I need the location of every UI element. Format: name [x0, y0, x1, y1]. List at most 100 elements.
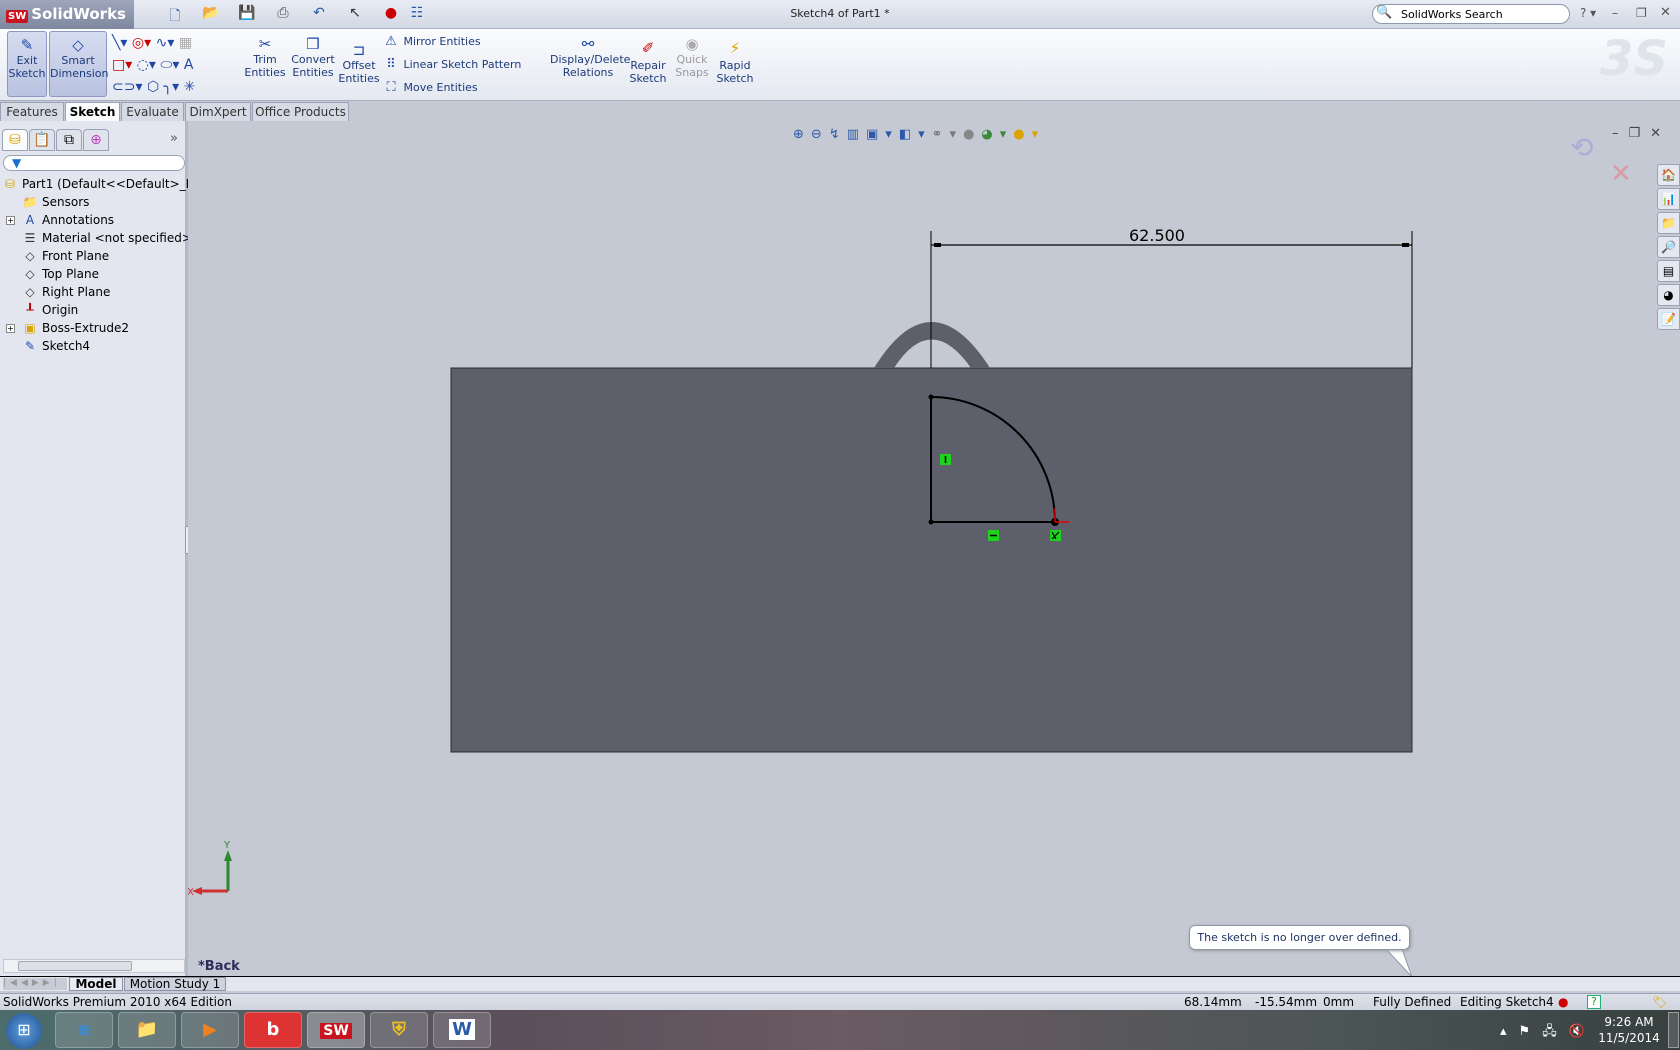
- restore-icon[interactable]: ❐: [1636, 6, 1647, 20]
- arc-icon[interactable]: ◌▾: [137, 57, 156, 73]
- rapid-sketch-button[interactable]: ⚡ Rapid Sketch: [716, 31, 754, 97]
- print-icon[interactable]: ⎙: [274, 5, 292, 23]
- resources-tab-icon[interactable]: 🏠: [1657, 164, 1680, 186]
- slot-icon[interactable]: ⊂⊃▾: [112, 79, 143, 95]
- tab-sketch[interactable]: Sketch: [65, 102, 120, 121]
- line-icon[interactable]: ╲▾: [112, 35, 127, 51]
- search-input[interactable]: SolidWorks Search: [1372, 4, 1570, 24]
- tree-item[interactable]: ┸ Origin: [0, 301, 188, 319]
- tree-item[interactable]: 📁 Sensors: [0, 193, 188, 211]
- polygon-icon[interactable]: ⬡: [147, 79, 159, 95]
- text-icon[interactable]: A: [184, 57, 194, 73]
- tree-item[interactable]: ◇ Front Plane: [0, 247, 188, 265]
- tab-features[interactable]: Features: [0, 102, 64, 121]
- design-library-tab-icon[interactable]: 📊: [1657, 188, 1680, 210]
- repair-sketch-button[interactable]: ✐ Repair Sketch: [628, 31, 668, 97]
- dimension-value[interactable]: 62.500: [1129, 226, 1185, 245]
- tags-icon[interactable]: 🏷: [1652, 994, 1667, 1010]
- close-icon[interactable]: ✕: [1660, 5, 1671, 20]
- expand-icon[interactable]: +: [6, 324, 15, 333]
- new-icon[interactable]: 🗋: [166, 5, 184, 24]
- file-explorer-tab-icon[interactable]: 📁: [1657, 212, 1680, 234]
- minimize-icon[interactable]: –: [1612, 6, 1618, 20]
- start-button[interactable]: ⊞: [6, 1013, 42, 1049]
- bing-icon[interactable]: b: [244, 1012, 302, 1048]
- show-desktop-button[interactable]: [1668, 1012, 1679, 1048]
- volume-muted-icon[interactable]: 🔇: [1569, 1024, 1597, 1039]
- solidworks-menu-button[interactable]: SWSolidWorks ▸: [0, 0, 134, 41]
- offset-entities-button[interactable]: ⊐ Offset Entities: [338, 31, 380, 97]
- save-icon[interactable]: 💾: [238, 5, 256, 23]
- move-icon: ⛶: [386, 80, 396, 95]
- fillet-icon[interactable]: ╮▾: [164, 79, 179, 95]
- custom-properties-tab-icon[interactable]: 📝: [1657, 308, 1680, 330]
- word-icon[interactable]: W: [433, 1012, 491, 1048]
- tree-item-label: Top Plane: [42, 267, 99, 281]
- configuration-manager-tab-icon[interactable]: ⧉: [56, 129, 82, 151]
- search-results-tab-icon[interactable]: 🔎: [1657, 236, 1680, 258]
- tree-item[interactable]: ◇ Right Plane: [0, 283, 188, 301]
- date: 11/5/2014: [1598, 1031, 1660, 1045]
- help-icon[interactable]: ? ▾: [1580, 6, 1596, 20]
- file-explorer-icon[interactable]: 📁: [118, 1012, 176, 1048]
- graphics-viewport[interactable]: ⊕⊖↯▥▣▾◧▾⚭▾●◕▾●▾ –❐✕ ⟲ ✕ 62.500 Y X *Back: [188, 121, 1680, 978]
- media-player-icon[interactable]: ▶: [181, 1012, 239, 1048]
- quick-snaps-button[interactable]: ◉ Quick Snaps: [674, 31, 710, 97]
- rebuild-icon[interactable]: ●: [382, 5, 400, 23]
- network-icon[interactable]: 🖧: [1542, 1024, 1569, 1039]
- tree-item[interactable]: + A Annotations: [0, 211, 188, 229]
- plane-sketch-icon[interactable]: ▦: [179, 35, 192, 51]
- expand-icon[interactable]: +: [6, 216, 15, 225]
- select-icon[interactable]: ↖: [346, 5, 364, 23]
- rectangle-icon[interactable]: □▾: [112, 57, 132, 73]
- circle-icon[interactable]: ◎▾: [132, 35, 151, 51]
- tab-dimxpert[interactable]: DimXpert: [185, 102, 251, 121]
- scroll-thumb[interactable]: [18, 961, 132, 971]
- solidworks-taskbar-icon[interactable]: SW: [307, 1012, 365, 1048]
- smart-dimension-button[interactable]: ◇ Smart Dimension: [49, 31, 108, 97]
- tree-item[interactable]: + ▣ Boss-Extrude2: [0, 319, 188, 337]
- sketch-point[interactable]: [928, 394, 934, 400]
- open-icon[interactable]: 📂: [202, 5, 220, 23]
- move-entities-button[interactable]: ⛶ Move Entities: [382, 78, 477, 98]
- mirror-entities-button[interactable]: ⚠ Mirror Entities: [382, 32, 481, 52]
- tab-model[interactable]: Model: [69, 977, 123, 991]
- rebuild-status-icon[interactable]: ●: [1558, 994, 1568, 1010]
- options-icon[interactable]: ☷: [408, 5, 426, 23]
- view-orientation-label: *Back: [198, 959, 240, 974]
- feature-manager-tab-icon[interactable]: ⛁: [2, 129, 28, 151]
- undo-icon[interactable]: ↶: [310, 5, 328, 23]
- linear-sketch-pattern-button[interactable]: ⠿ Linear Sketch Pattern: [382, 55, 521, 75]
- tree-item[interactable]: ✎ Sketch4: [0, 337, 188, 355]
- dimxpert-manager-tab-icon[interactable]: ⊕: [83, 129, 109, 151]
- tree-item[interactable]: ☰ Material <not specified>: [0, 229, 188, 247]
- exit-sketch-button[interactable]: ✎ Exit Sketch: [7, 31, 47, 97]
- internet-explorer-icon[interactable]: e: [55, 1012, 113, 1048]
- expand-panel-icon[interactable]: »: [170, 131, 178, 146]
- panel-horizontal-scrollbar[interactable]: [3, 959, 185, 973]
- show-hidden-icons[interactable]: ▴: [1500, 1024, 1519, 1039]
- tree-item[interactable]: ◇ Top Plane: [0, 265, 188, 283]
- tab-evaluate[interactable]: Evaluate: [121, 102, 184, 121]
- spline-icon[interactable]: ∿▾: [156, 35, 175, 51]
- display-delete-relations-button[interactable]: ⚯ Display/Delete Relations: [550, 31, 630, 97]
- tab-office-products[interactable]: Office Products: [252, 102, 349, 121]
- convert-entities-button[interactable]: ❒ Convert Entities: [290, 31, 336, 97]
- action-center-icon[interactable]: ⚑: [1519, 1024, 1543, 1039]
- appearances-tab-icon[interactable]: ◕: [1657, 284, 1680, 306]
- ellipse-icon[interactable]: ⬭▾: [160, 57, 179, 73]
- help-status-icon[interactable]: ?: [1587, 995, 1601, 1009]
- tab-scroll-arrows[interactable]: |◀◀▶▶|: [3, 978, 67, 990]
- tree-item[interactable]: ⛁ Part1 (Default<<Default>_Disp: [0, 175, 188, 193]
- tree-filter-input[interactable]: ▼: [3, 155, 185, 171]
- pattern-icon: ⠿: [386, 57, 396, 72]
- tab-motion-study[interactable]: Motion Study 1: [124, 977, 226, 991]
- label: Mirror Entities: [403, 35, 481, 48]
- sketch-point[interactable]: [928, 519, 934, 525]
- clock[interactable]: 9:26 AM 11/5/2014: [1596, 1014, 1662, 1046]
- property-manager-tab-icon[interactable]: 📋: [29, 129, 55, 151]
- trim-entities-button[interactable]: ✂ Trim Entities: [244, 31, 286, 97]
- point-icon[interactable]: ✳: [184, 79, 196, 95]
- view-palette-tab-icon[interactable]: ▤: [1657, 260, 1680, 282]
- security-shield-icon[interactable]: ⛨: [370, 1012, 428, 1048]
